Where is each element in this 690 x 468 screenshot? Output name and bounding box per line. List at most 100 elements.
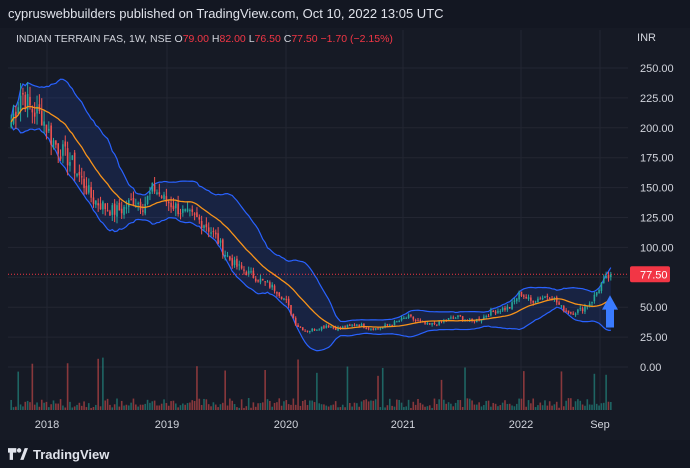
candle-body — [200, 220, 203, 228]
volume-bar — [485, 400, 487, 410]
candle-body — [567, 310, 570, 313]
symbol-label: INDIAN TERRAIN FAS, 1W, NSE — [16, 33, 172, 45]
candle-body — [513, 300, 516, 302]
x-tick-label: 2022 — [509, 419, 533, 431]
candle-body — [210, 232, 212, 234]
candle-body — [280, 296, 283, 300]
volume-bar — [610, 401, 612, 410]
volume-bar — [419, 402, 422, 410]
volume-bar — [353, 402, 356, 410]
y-tick-label: 0.00 — [640, 362, 661, 374]
candle-body — [226, 255, 229, 257]
volume-bar — [306, 405, 309, 410]
candle-body — [182, 209, 184, 213]
candle-body — [139, 201, 142, 210]
volume-bar — [396, 399, 398, 410]
candle-body — [271, 284, 273, 288]
volume-bar — [57, 403, 60, 410]
candle-body — [170, 202, 172, 208]
candle-body — [92, 197, 95, 205]
candle-body — [574, 313, 577, 316]
volume-bar — [339, 407, 342, 410]
candle-body — [285, 298, 288, 300]
candle-body — [252, 270, 255, 278]
candle-body — [436, 324, 438, 326]
volume-bar — [447, 402, 450, 410]
author-name[interactable]: cypruswebbuilders — [8, 6, 116, 21]
volume-bar — [257, 403, 259, 410]
volume-bar — [334, 401, 337, 410]
candle-body — [379, 328, 382, 330]
volume-bar — [38, 406, 41, 410]
volume-bar — [153, 400, 156, 410]
volume-bar — [431, 407, 433, 410]
volume-bar — [69, 401, 71, 410]
volume-bar — [572, 406, 574, 410]
candle-body — [584, 306, 586, 312]
volume-bar — [386, 405, 389, 410]
candle-body — [219, 240, 222, 243]
chart-area[interactable]: 0.0025.0050.0075.00100.00125.00150.00175… — [0, 28, 690, 440]
candle-body — [99, 203, 102, 210]
volume-bar — [605, 374, 607, 410]
volume-bar — [410, 407, 412, 410]
y-tick-label: 50.00 — [640, 302, 668, 314]
volume-bar — [45, 401, 48, 410]
candle-body — [306, 330, 309, 332]
volume-bar — [436, 403, 438, 410]
candle-body — [504, 308, 506, 310]
volume-bar — [15, 406, 17, 410]
candle-body — [179, 213, 182, 215]
volume-bar — [558, 407, 560, 410]
candle-body — [344, 326, 346, 328]
x-tick-label: Sep — [590, 419, 610, 431]
volume-bar — [515, 403, 518, 410]
volume-bar — [523, 371, 525, 410]
price-chart[interactable]: 0.0025.0050.0075.00100.00125.00150.00175… — [0, 28, 690, 440]
volume-bar — [24, 401, 27, 410]
x-tick-label: 2018 — [35, 419, 59, 431]
volume-bar — [539, 402, 542, 410]
volume-bar — [461, 407, 464, 410]
volume-bar — [48, 407, 50, 410]
volume-bar — [229, 398, 231, 410]
close-value: 77.50 — [291, 33, 318, 45]
volume-bar — [130, 402, 132, 410]
volume-bar — [111, 407, 114, 410]
volume-bar — [139, 404, 142, 410]
volume-bar — [278, 398, 281, 410]
high-value: 82.00 — [219, 33, 246, 45]
x-tick-label: 2021 — [391, 419, 415, 431]
candle-body — [33, 112, 36, 117]
volume-bar — [163, 399, 165, 410]
volume-bar — [555, 401, 558, 410]
volume-bar — [214, 404, 217, 410]
candle-body — [207, 227, 210, 232]
candle-body — [351, 324, 353, 326]
volume-bar — [85, 407, 88, 410]
volume-bar — [254, 406, 257, 410]
candle-body — [581, 308, 584, 312]
volume-bar — [595, 403, 598, 410]
volume-bar — [283, 401, 285, 410]
candle-body — [73, 152, 76, 174]
volume-bar — [247, 398, 250, 410]
candle-body — [370, 328, 372, 330]
candle-body — [372, 328, 375, 330]
volume-bar — [332, 404, 335, 410]
volume-bar — [349, 402, 351, 410]
volume-bar — [64, 407, 67, 410]
last-price-value: 77.50 — [640, 269, 668, 281]
volume-bar — [574, 401, 577, 410]
tradingview-logo[interactable]: TradingView — [8, 447, 109, 462]
volume-bar — [400, 402, 403, 410]
y-tick-label: 200.00 — [640, 123, 674, 135]
volume-bar — [92, 407, 95, 410]
candle-body — [419, 320, 422, 322]
volume-bar — [588, 404, 591, 410]
candle-body — [544, 296, 546, 298]
volume-bar — [525, 406, 527, 410]
candle-body — [386, 324, 389, 326]
candle-body — [349, 324, 351, 326]
volume-bar — [520, 398, 523, 410]
